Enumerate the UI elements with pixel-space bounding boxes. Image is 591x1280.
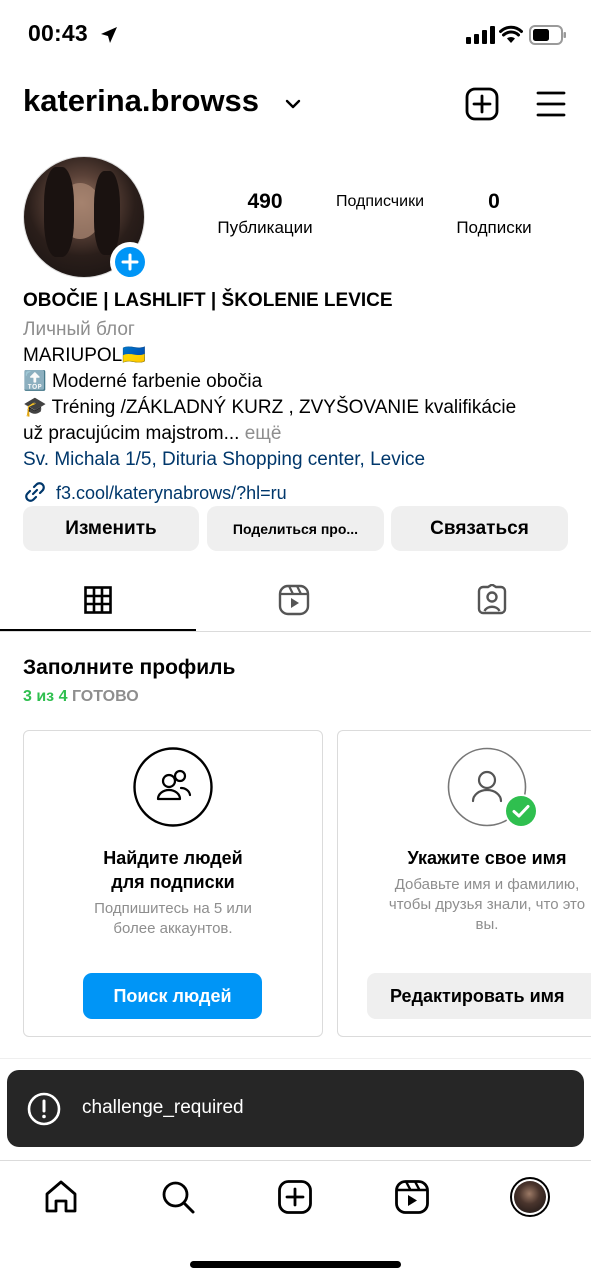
add-name-sub-3: вы. bbox=[475, 916, 499, 933]
posts-stat[interactable]: 490 Публикации bbox=[205, 190, 325, 238]
link-icon bbox=[25, 482, 45, 502]
bio-line-4-text: už pracujúcim majstrom... bbox=[23, 423, 240, 444]
posts-count: 490 bbox=[247, 190, 283, 213]
location-arrow-icon bbox=[101, 27, 117, 43]
graduation-cap-icon: 🎓 bbox=[23, 397, 47, 418]
following-stat[interactable]: 0 Подписки bbox=[434, 190, 554, 238]
search-icon[interactable] bbox=[160, 1179, 196, 1215]
progress-count: 3 из 4 bbox=[23, 688, 68, 705]
bio-more-link[interactable]: ещё bbox=[245, 423, 282, 444]
tabs-divider bbox=[0, 631, 591, 632]
complete-profile-progress: 3 из 4 ГОТОВО bbox=[23, 688, 139, 706]
bio-line-2-text: Moderné farbenie obočia bbox=[51, 371, 263, 392]
check-icon bbox=[504, 794, 538, 828]
toast-message: challenge_required bbox=[82, 1097, 244, 1118]
grid-icon bbox=[84, 586, 112, 614]
chevron-down-icon[interactable] bbox=[285, 98, 301, 110]
following-count: 0 bbox=[488, 190, 500, 213]
cellular-signal-icon bbox=[466, 26, 496, 44]
add-name-title: Укажите свое имя bbox=[407, 848, 567, 868]
ukraine-flag-icon: 🇺🇦 bbox=[122, 345, 146, 366]
add-name-sub-1: Добавьте имя и фамилию, bbox=[394, 876, 580, 893]
battery-icon bbox=[529, 25, 566, 45]
people-icon bbox=[133, 747, 213, 827]
followers-stat[interactable]: Подписчики bbox=[320, 193, 440, 211]
find-people-title-2: для подписки bbox=[111, 872, 235, 892]
status-time: 00:43 bbox=[28, 20, 88, 46]
top-icon: 🔝 bbox=[23, 371, 47, 392]
plus-icon bbox=[115, 247, 145, 277]
bio-line-1-text: MARIUPOL bbox=[23, 345, 123, 366]
tab-posts[interactable] bbox=[0, 578, 196, 630]
alert-icon bbox=[27, 1092, 61, 1126]
edit-name-button[interactable]: Редактировать имя bbox=[367, 973, 591, 1019]
find-people-button[interactable]: Поиск людей bbox=[83, 973, 262, 1019]
find-people-card: Найдите людей для подписки Подпишитесь н… bbox=[23, 730, 323, 1037]
share-profile-button[interactable]: Поделиться про... bbox=[207, 506, 384, 551]
following-label: Подписки bbox=[456, 218, 532, 237]
bio-line-3-text: Tréning /ZÁKLADNÝ KURZ , ZVYŠOVANIE kval… bbox=[51, 397, 517, 418]
tagged-person-icon bbox=[477, 584, 507, 615]
contact-button[interactable]: Связаться bbox=[391, 506, 568, 551]
add-name-card: Укажите свое имя Добавьте имя и фамилию,… bbox=[337, 730, 591, 1037]
find-people-sub-1: Подпишитесь на 5 или bbox=[94, 900, 252, 917]
profile-nav-avatar[interactable] bbox=[510, 1177, 550, 1217]
profile-website-link[interactable]: f3.cool/katerynabrows/?hl=ru bbox=[56, 480, 287, 506]
bio-line-2: 🔝 Moderné farbenie obočia bbox=[23, 369, 262, 395]
error-toast[interactable]: challenge_required bbox=[7, 1070, 584, 1147]
profile-display-name: OBOČIE | LASHLIFT | ŠKOLENIE LEVICE bbox=[23, 290, 393, 311]
wifi-icon bbox=[499, 25, 523, 43]
edit-profile-button[interactable]: Изменить bbox=[23, 506, 199, 551]
reels-nav-icon[interactable] bbox=[394, 1179, 430, 1215]
home-indicator bbox=[190, 1261, 401, 1268]
bio-line-4: už pracujúcim majstrom... ещё bbox=[23, 421, 282, 447]
add-story-button[interactable] bbox=[110, 242, 150, 282]
bio-line-3: 🎓 Tréning /ZÁKLADNÝ KURZ , ZVYŠOVANIE kv… bbox=[23, 395, 516, 421]
progress-done-label: ГОТОВО bbox=[71, 688, 139, 705]
find-people-title-1: Найдите людей bbox=[103, 848, 243, 868]
section-divider bbox=[0, 1058, 591, 1059]
find-people-sub-2: более аккаунтов. bbox=[113, 920, 233, 937]
new-post-icon[interactable] bbox=[277, 1179, 313, 1215]
tab-reels[interactable] bbox=[196, 578, 394, 630]
followers-label: Подписчики bbox=[335, 193, 424, 210]
add-name-sub-2: чтобы друзья знали, что это bbox=[388, 896, 586, 913]
profile-category: Личный блог bbox=[23, 319, 135, 340]
create-post-icon[interactable] bbox=[465, 87, 499, 121]
home-icon[interactable] bbox=[43, 1179, 79, 1215]
menu-icon[interactable] bbox=[536, 90, 566, 118]
tab-tagged[interactable] bbox=[394, 578, 591, 630]
complete-profile-title: Заполните профиль bbox=[23, 656, 236, 679]
reels-icon bbox=[278, 584, 310, 616]
profile-username[interactable]: katerina.browss bbox=[23, 83, 259, 119]
bio-line-1: MARIUPOL🇺🇦 bbox=[23, 343, 146, 369]
bottom-nav-divider bbox=[0, 1160, 591, 1161]
profile-address[interactable]: Sv. Michala 1/5, Dituria Shopping center… bbox=[23, 447, 425, 473]
posts-label: Публикации bbox=[217, 218, 313, 237]
